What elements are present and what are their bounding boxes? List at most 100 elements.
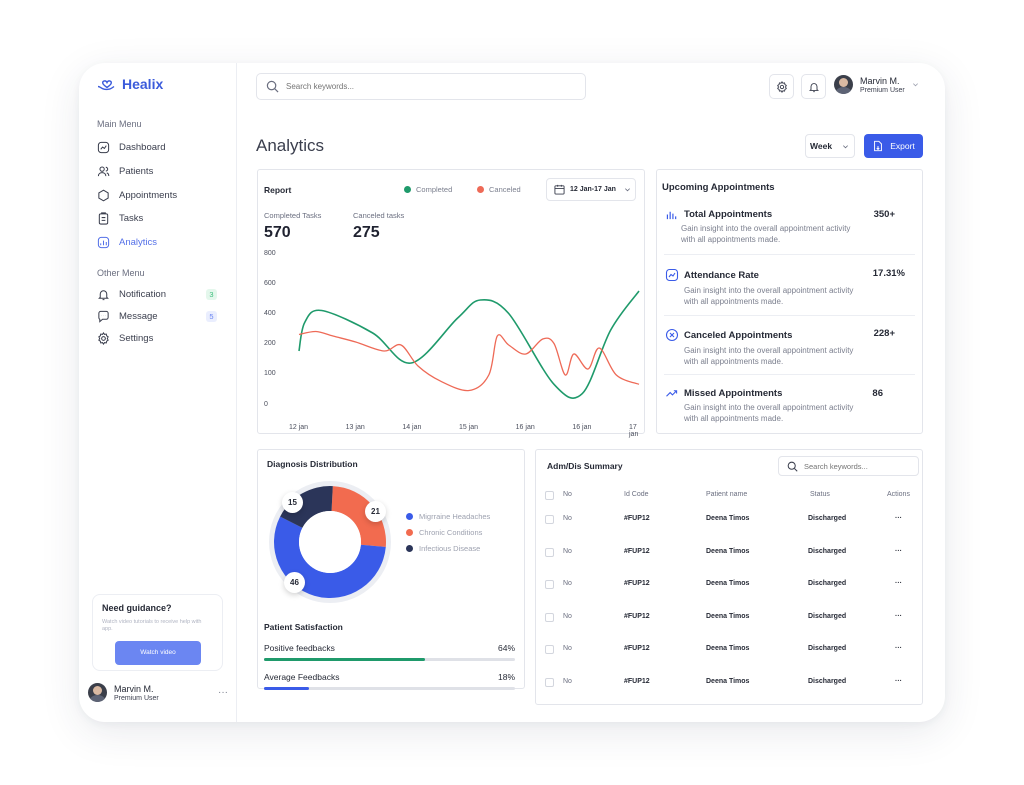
sidebar-item-tasks[interactable]: Tasks xyxy=(97,212,217,225)
guidance-card: Need guidance? Watch video tutorials to … xyxy=(92,594,223,671)
legend-dot xyxy=(406,513,413,520)
search-input[interactable] xyxy=(286,82,566,91)
row-actions-button[interactable]: ··· xyxy=(895,548,902,555)
avatar xyxy=(88,683,107,702)
sidebar-item-patients[interactable]: Patients xyxy=(97,165,217,178)
positive-feedback-row: Positive feedbacks 64% xyxy=(264,643,515,661)
guidance-title: Need guidance? xyxy=(102,603,172,613)
app-name: Healix xyxy=(122,76,164,92)
cell-id-code: #FUP12 xyxy=(624,612,650,620)
col-status: Status xyxy=(810,491,830,498)
search-bar[interactable] xyxy=(256,73,586,100)
canceled-appointments-item[interactable]: Canceled Appointments 228+ Gain insight … xyxy=(665,328,915,368)
logo[interactable]: Healix xyxy=(97,76,163,92)
total-appointments-item[interactable]: Total Appointments 350+ Gain insight int… xyxy=(665,209,915,246)
item-title: Total Appointments xyxy=(684,209,773,220)
row-actions-button[interactable]: ··· xyxy=(895,515,902,522)
avatar xyxy=(834,75,853,94)
row-actions-button[interactable]: ··· xyxy=(895,645,902,652)
app-window: Healix Main Menu Dashboard Patients Appo… xyxy=(79,63,945,722)
cell-patient-name: Deena Timos xyxy=(706,645,750,652)
date-range: 12 Jan-17 Jan xyxy=(570,186,616,193)
cell-no: No xyxy=(563,515,572,522)
settings-button[interactable] xyxy=(769,74,794,99)
page-title: Analytics xyxy=(256,136,325,155)
sidebar-item-appointments[interactable]: Appointments xyxy=(97,189,217,202)
legend-label: Infectious Disease xyxy=(419,544,481,553)
more-options-icon[interactable]: ··· xyxy=(218,687,228,698)
cell-id-code: #FUP12 xyxy=(624,580,650,587)
table-row[interactable]: No #FUP12 Deena Timos Discharged ··· xyxy=(536,515,923,527)
cell-no: No xyxy=(563,547,572,555)
user-role: Premium User xyxy=(114,694,159,702)
diagnosis-title: Diagnosis Distribution xyxy=(267,459,358,469)
x-tick-label: 16 jan xyxy=(515,424,535,431)
sidebar-item-analytics[interactable]: Analytics xyxy=(97,236,217,249)
user-name: Marvin M. xyxy=(860,75,900,86)
date-range-picker[interactable]: 12 Jan-17 Jan xyxy=(546,178,636,201)
sidebar-item-dashboard[interactable]: Dashboard xyxy=(97,141,217,154)
x-tick-label: 17 jan xyxy=(629,424,639,438)
notifications-button[interactable] xyxy=(801,74,826,99)
table-row[interactable]: No #FUP12 Deena Timos Discharged ··· xyxy=(536,677,923,690)
table-row[interactable]: No #FUP12 Deena Timos Discharged ··· xyxy=(536,580,923,592)
legend-chronic: Chronic Conditions xyxy=(406,528,482,537)
divider xyxy=(664,254,915,255)
row-checkbox[interactable] xyxy=(545,677,554,687)
cell-status: Discharged xyxy=(808,547,847,555)
row-value: 64% xyxy=(497,643,515,653)
export-button[interactable]: Export xyxy=(864,134,923,158)
upcoming-title: Upcoming Appointments xyxy=(662,182,775,193)
legend-dot xyxy=(406,529,413,536)
sidebar-item-message[interactable]: Message 5 xyxy=(97,310,217,323)
sidebar-item-label: Appointments xyxy=(119,190,178,201)
row-checkbox[interactable] xyxy=(545,645,554,654)
x-tick-label: 13 jan xyxy=(345,424,365,431)
row-label: Average Feedbacks xyxy=(264,672,340,682)
other-menu-title: Other Menu xyxy=(97,268,145,278)
x-tick-label: 14 jan xyxy=(402,424,422,431)
table-row[interactable]: No #FUP12 Deena Timos Discharged ··· xyxy=(536,612,923,625)
header-user[interactable]: Marvin M. Premium User xyxy=(834,75,919,94)
y-tick-label: 0 xyxy=(264,401,268,408)
chevron-down-icon xyxy=(912,83,918,87)
sidebar-item-notification[interactable]: Notification 3 xyxy=(97,288,217,301)
bar-chart-icon xyxy=(666,211,677,220)
cell-no: No xyxy=(563,612,572,620)
legend-label: Chronic Conditions xyxy=(419,528,483,537)
user-name: Marvin M. xyxy=(114,683,154,694)
progress-track xyxy=(264,687,515,690)
watch-video-button[interactable]: Watch video xyxy=(115,640,201,665)
legend-label: Completed xyxy=(416,185,453,194)
cell-id-code: #FUP12 xyxy=(624,547,650,555)
sidebar-user[interactable]: Marvin M. Premium User ··· xyxy=(88,683,228,702)
x-tick-label: 12 jan xyxy=(289,424,309,431)
row-actions-button[interactable]: ··· xyxy=(895,613,902,620)
select-all-checkbox[interactable] xyxy=(545,491,554,500)
sidebar-item-settings[interactable]: Settings xyxy=(97,332,217,345)
table-search-input[interactable] xyxy=(804,461,914,471)
cell-status: Discharged xyxy=(808,580,847,587)
row-checkbox[interactable] xyxy=(545,547,554,557)
calendar-icon xyxy=(554,184,565,195)
table-row[interactable]: No #FUP12 Deena Timos Discharged ··· xyxy=(536,645,923,657)
export-icon xyxy=(874,140,883,152)
row-actions-button[interactable]: ··· xyxy=(895,678,902,685)
row-checkbox[interactable] xyxy=(545,612,554,622)
row-checkbox[interactable] xyxy=(545,580,554,589)
progress-fill xyxy=(264,658,425,661)
satisfaction-title: Patient Satisfaction xyxy=(264,622,343,632)
cell-id-code: #FUP12 xyxy=(624,645,650,652)
row-actions-button[interactable]: ··· xyxy=(895,580,902,587)
table-search[interactable] xyxy=(778,456,919,476)
x-tick-label: 16 jan xyxy=(572,424,592,431)
row-checkbox[interactable] xyxy=(545,515,554,524)
missed-appointments-item[interactable]: Missed Appointments 86 Gain insight into… xyxy=(665,388,915,425)
item-desc: Gain insight into the overall appointmen… xyxy=(684,403,854,423)
attendance-rate-item[interactable]: Attendance Rate 17.31% Gain insight into… xyxy=(665,268,915,308)
sidebar: Healix Main Menu Dashboard Patients Appo… xyxy=(79,63,237,722)
col-no: No xyxy=(563,491,572,498)
period-select[interactable]: Week xyxy=(805,134,855,158)
table-row[interactable]: No #FUP12 Deena Timos Discharged ··· xyxy=(536,547,923,560)
sidebar-item-label: Tasks xyxy=(119,213,144,224)
